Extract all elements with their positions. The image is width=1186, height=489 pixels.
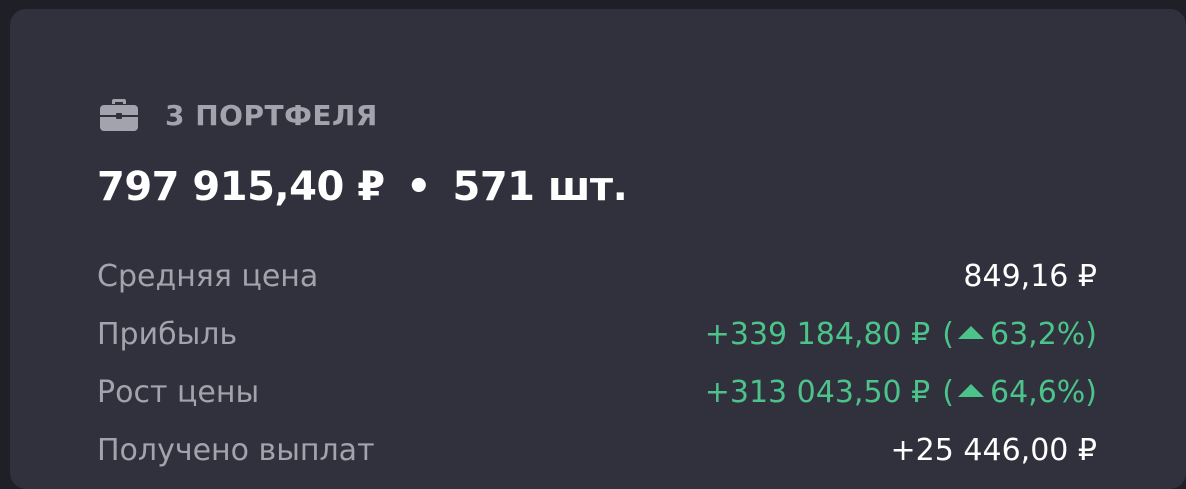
stat-row-avg-price: Средняя цена 849,16 ₽ [97,247,1097,305]
separator-dot: • [405,164,432,210]
stat-label: Получено выплат [97,432,375,468]
arrow-up-icon [957,325,984,339]
portfolio-total: 797 915,40 ₽ • 571 шт. [97,164,628,210]
stat-value: 849,16 ₽ [963,258,1097,294]
total-value: 797 915,40 ₽ [97,164,385,210]
stat-label: Прибыль [97,316,238,352]
stat-label: Рост цены [97,374,260,410]
paren-open: ( [942,316,954,352]
stat-value: +25 446,00 ₽ [890,432,1097,468]
stat-row-payouts: Получено выплат +25 446,00 ₽ [97,421,1097,479]
portfolio-summary-card: 3 ПОРТФЕЛЯ 797 915,40 ₽ • 571 шт. Средня… [10,9,1186,489]
stat-value: +313 043,50 ₽ ( 64,6%) [705,375,1097,410]
portfolio-count: 3 ПОРТФЕЛЯ [165,98,378,132]
growth-amount: +313 043,50 ₽ [704,374,931,410]
profit-amount: +339 184,80 ₽ [704,316,931,352]
stat-label: Средняя цена [97,258,319,294]
stat-value: +339 184,80 ₽ ( 63,2%) [705,317,1097,352]
total-quantity: 571 шт. [452,164,628,210]
stat-row-profit: Прибыль +339 184,80 ₽ ( 63,2%) [97,305,1097,363]
profit-percent: 63,2%) [989,316,1097,352]
briefcase-icon [99,98,139,132]
arrow-up-icon [957,383,984,397]
growth-percent: 64,6%) [989,374,1097,410]
stat-row-price-growth: Рост цены +313 043,50 ₽ ( 64,6%) [97,363,1097,421]
portfolio-header[interactable]: 3 ПОРТФЕЛЯ [99,95,378,135]
paren-open: ( [942,374,954,410]
stats-list: Средняя цена 849,16 ₽ Прибыль +339 184,8… [97,247,1097,479]
